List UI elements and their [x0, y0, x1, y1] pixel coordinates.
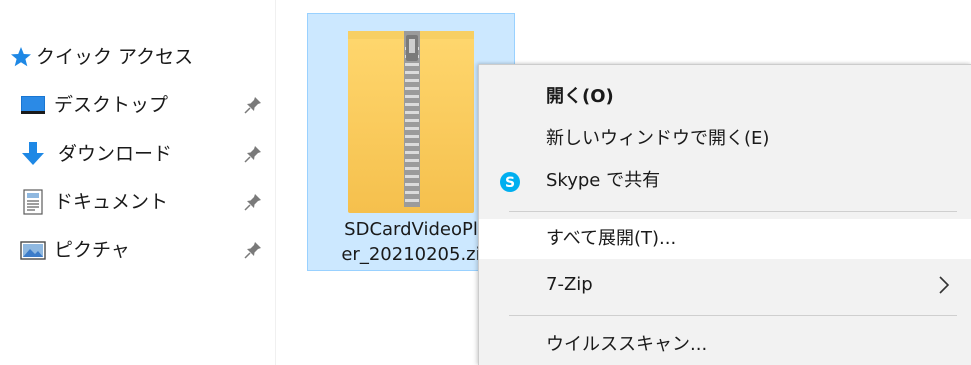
nav-label-pictures: ピクチャ: [54, 239, 130, 261]
download-arrow-icon: [22, 142, 44, 165]
star-icon: [11, 47, 31, 67]
menu-item-skype-share[interactable]: S Skype で共有: [479, 161, 971, 201]
menu-item-extract-all[interactable]: すべて展開(T)...: [479, 219, 971, 259]
nav-item-downloads[interactable]: ダウンロード: [0, 137, 275, 171]
nav-item-quick-access[interactable]: クイック アクセス: [0, 40, 275, 74]
pin-icon[interactable]: [243, 144, 263, 164]
pin-icon[interactable]: [243, 95, 263, 115]
nav-label-downloads: ダウンロード: [58, 143, 173, 165]
nav-label-documents: ドキュメント: [54, 191, 169, 213]
menu-label-7zip: 7-Zip: [546, 274, 593, 295]
zip-folder-icon: [348, 31, 474, 213]
menu-label-virus-scan: ウイルススキャン...: [546, 334, 708, 355]
pin-icon[interactable]: [243, 192, 263, 212]
document-icon: [23, 189, 43, 215]
menu-item-virus-scan[interactable]: ウイルススキャン...: [479, 325, 971, 365]
menu-separator: [509, 315, 957, 316]
svg-text:S: S: [505, 175, 515, 191]
context-menu: 開く(O) 新しいウィンドウで開く(E) S Skype で共有 すべて展開(T…: [478, 64, 971, 365]
menu-item-open-new-window[interactable]: 新しいウィンドウで開く(E): [479, 119, 971, 159]
nav-item-desktop[interactable]: デスクトップ: [0, 88, 275, 122]
skype-icon: S: [500, 172, 520, 192]
menu-separator: [509, 211, 957, 212]
menu-label-extract-all: すべて展開(T)...: [546, 228, 677, 249]
menu-label-skype-share: Skype で共有: [546, 170, 661, 191]
pane-divider: [275, 0, 276, 365]
pictures-icon: [20, 241, 46, 260]
menu-item-open[interactable]: 開く(O): [479, 77, 971, 117]
menu-label-open-new-window: 新しいウィンドウで開く(E): [546, 128, 770, 149]
menu-label-open: 開く(O): [546, 86, 614, 107]
nav-item-pictures[interactable]: ピクチャ: [0, 233, 275, 267]
chevron-right-icon: [939, 276, 950, 294]
menu-item-7zip[interactable]: 7-Zip: [479, 265, 971, 305]
desktop-icon: [21, 96, 45, 114]
navigation-pane: クイック アクセス デスクトップ ダウンロード ドキュメント ピクチャ: [0, 0, 275, 365]
nav-item-documents[interactable]: ドキュメント: [0, 185, 275, 219]
nav-label-desktop: デスクトップ: [54, 94, 169, 116]
pin-icon[interactable]: [243, 240, 263, 260]
nav-label-quick-access: クイック アクセス: [36, 46, 194, 68]
